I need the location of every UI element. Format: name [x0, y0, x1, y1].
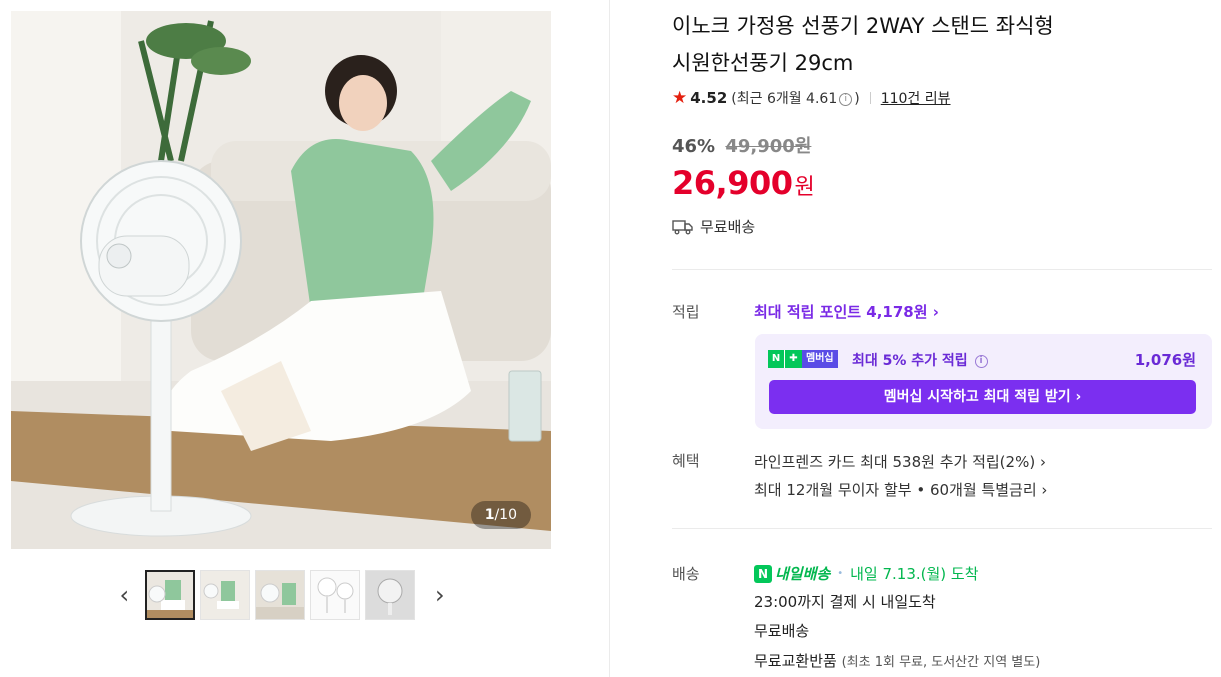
star-icon: ★	[672, 88, 688, 108]
image-counter: 1/10	[470, 501, 531, 529]
sale-price-value: 26,900	[672, 164, 793, 202]
tomorrow-delivery-badge: N 내일배송 • 내일 7.13.(월) 도착	[754, 563, 979, 584]
section-divider	[672, 528, 1212, 529]
arrival-date: 내일 7.13.(월) 도착	[850, 565, 979, 583]
discount-rate: 46%	[672, 136, 716, 157]
thumbnail-image	[310, 571, 359, 619]
chevron-left-icon[interactable]: ‹	[112, 580, 137, 610]
thumbnail-image	[200, 571, 249, 619]
product-title: 이노크 가정용 선풍기 2WAY 스탠드 좌식형 시원한선풍기 29cm	[672, 8, 1172, 82]
delivery-label: 배송	[672, 565, 700, 583]
separator-dot: •	[837, 568, 844, 579]
delivery-cutoff: 23:00까지 결제 시 내일도착	[754, 593, 936, 611]
membership-box: N ✚ 멤버십 최대 5% 추가 적립 i 1,076원 멤버십 시작하고 최대…	[755, 334, 1212, 429]
sale-price-unit: 원	[794, 175, 815, 200]
thumbnail-strip: ‹ ›	[112, 568, 452, 622]
info-icon[interactable]: i	[974, 354, 988, 368]
returns-text: 무료교환반품	[754, 652, 837, 670]
separator	[869, 92, 871, 104]
image-counter-current: 1	[484, 507, 495, 523]
thumbnail-4[interactable]	[309, 570, 360, 620]
max-points-link[interactable]: 최대 적립 포인트 4,178원 ›	[754, 301, 939, 322]
benefits-label: 혜택	[672, 452, 700, 470]
thumbnail-1[interactable]	[144, 570, 195, 620]
thumbnail-5[interactable]	[364, 570, 415, 620]
info-icon[interactable]: i	[839, 92, 853, 106]
recent-rating-prefix: (최근 6개월 4.61	[731, 91, 838, 107]
column-divider	[609, 0, 610, 677]
product-main-image[interactable]: 1/10	[11, 11, 551, 549]
plus-icon: ✚	[784, 350, 802, 368]
sale-price: 26,900원	[672, 164, 815, 202]
membership-text: 최대 5% 추가 적립 i	[852, 350, 990, 370]
product-photo	[11, 11, 551, 549]
tomorrow-delivery-name: 내일배송	[775, 565, 831, 583]
shipping-text: 무료배송	[700, 218, 756, 236]
membership-amount: 1,076원	[1134, 351, 1196, 369]
membership-text-label: 최대 5% 추가 적립	[852, 353, 968, 369]
naver-plus-badge: N ✚ 멤버십	[768, 350, 838, 368]
installment-benefit-link[interactable]: 최대 12개월 무이자 할부 • 60개월 특별금리 ›	[754, 479, 1047, 500]
chevron-right-icon[interactable]: ›	[428, 580, 453, 610]
product-title-line2: 시원한선풍기 29cm	[672, 51, 854, 75]
card-benefit-link[interactable]: 라인프렌즈 카드 최대 538원 추가 적립(2%) ›	[754, 451, 1046, 472]
original-price: 49,900원	[725, 136, 812, 157]
thumbnail-2[interactable]	[199, 570, 250, 620]
review-count-link[interactable]: 110건 리뷰	[881, 88, 951, 108]
section-divider	[672, 269, 1212, 270]
points-label: 적립	[672, 303, 700, 321]
product-title-line1: 이노크 가정용 선풍기 2WAY 스탠드 좌식형	[672, 14, 1054, 38]
membership-badge-label: 멤버십	[802, 350, 838, 368]
recent-rating-suffix: )	[854, 91, 860, 107]
delivery-shipping: 무료배송	[754, 622, 810, 640]
naver-n-icon: N	[768, 350, 784, 368]
thumbnail-image	[146, 572, 193, 618]
thumbnail-image	[365, 571, 414, 619]
shipping-row: 무료배송	[672, 216, 755, 237]
recent-rating: (최근 6개월 4.61 i)	[731, 88, 859, 108]
rating-value: 4.52	[690, 89, 728, 107]
returns-note: (최초 1회 무료, 도서산간 지역 별도)	[841, 655, 1041, 670]
discount-row: 46% 49,900원	[672, 132, 811, 158]
naver-n-icon: N	[754, 564, 772, 583]
thumbnail-3[interactable]	[254, 570, 305, 620]
truck-icon	[672, 219, 693, 234]
rating-row: ★ 4.52 (최근 6개월 4.61 i) 110건 리뷰	[672, 88, 951, 108]
delivery-returns: 무료교환반품 (최초 1회 무료, 도서산간 지역 별도)	[754, 650, 1040, 671]
thumbnail-image	[255, 571, 304, 619]
image-counter-total: /10	[494, 507, 517, 523]
membership-start-button[interactable]: 멤버십 시작하고 최대 적립 받기 ›	[769, 380, 1196, 414]
